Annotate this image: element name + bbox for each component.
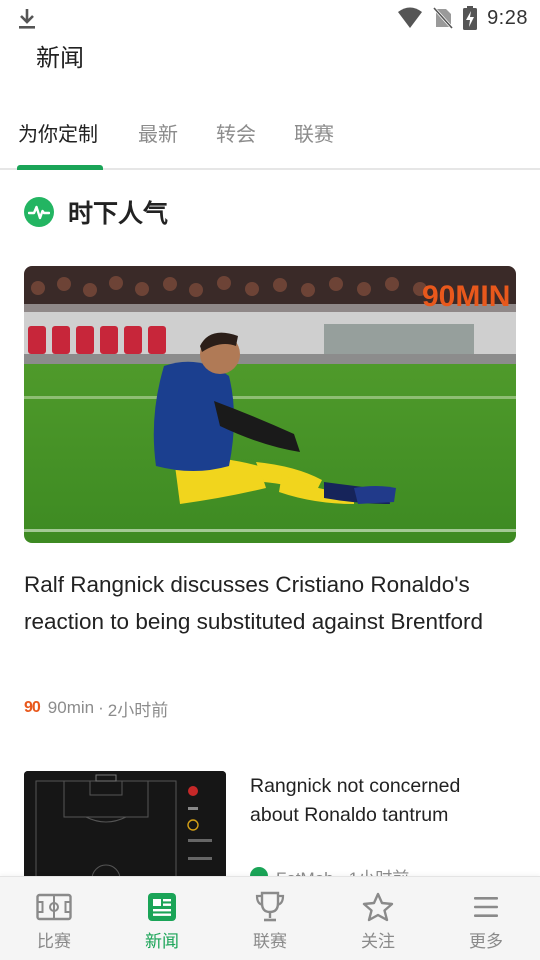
- nav-matches-label: 比赛: [37, 932, 71, 952]
- article2-thumbnail[interactable]: [24, 771, 226, 881]
- publish-time: 2小时前: [107, 700, 169, 720]
- bottom-navigation: 比赛 新闻 联赛 关注 更多: [0, 876, 540, 960]
- no-sim-icon: [433, 7, 454, 29]
- watermark-90: 90MIN: [422, 280, 510, 313]
- article2-headline[interactable]: Rangnick not concerned about Ronaldo tan…: [250, 772, 500, 830]
- tab-latest[interactable]: 最新: [138, 118, 178, 147]
- section-title: 时下人气: [68, 199, 169, 228]
- tab-transfers[interactable]: 转会: [216, 118, 256, 147]
- nav-more[interactable]: 更多: [432, 877, 540, 960]
- source-logo: 90: [24, 699, 41, 716]
- tab-leagues[interactable]: 联赛: [294, 118, 334, 147]
- source-name: 90min: [47, 698, 95, 717]
- active-tab-indicator: [17, 165, 103, 170]
- clock: 9:28: [487, 6, 528, 29]
- trending-section-header: 时下人气: [24, 194, 168, 230]
- page-title: 新闻: [36, 44, 84, 72]
- menu-icon: [468, 891, 504, 923]
- wifi-icon: [398, 7, 423, 28]
- nav-following[interactable]: 关注: [324, 877, 432, 960]
- meta-separator: ·: [98, 698, 104, 717]
- pitch-icon: [36, 891, 72, 923]
- feature-meta: 90 90min · 2小时前: [24, 696, 168, 720]
- news-tabs: 为你定制 最新 转会 联赛: [0, 104, 540, 170]
- download-icon: [19, 9, 35, 29]
- news-icon: [144, 891, 180, 923]
- nav-news-label: 新闻: [145, 932, 179, 952]
- nav-leagues[interactable]: 联赛: [216, 877, 324, 960]
- tab-for-you[interactable]: 为你定制: [18, 118, 98, 147]
- nav-more-label: 更多: [469, 932, 503, 952]
- pulse-icon: [24, 197, 54, 227]
- status-bar: 9:28: [0, 0, 540, 36]
- battery-charging-icon: [463, 6, 478, 30]
- feature-article-image[interactable]: 90MIN: [24, 266, 516, 543]
- trophy-icon: [252, 891, 288, 923]
- nav-matches[interactable]: 比赛: [0, 877, 108, 960]
- nav-following-label: 关注: [361, 932, 395, 952]
- star-icon: [360, 891, 396, 923]
- nav-leagues-label: 联赛: [253, 932, 287, 952]
- feature-headline[interactable]: Ralf Rangnick discusses Cristiano Ronald…: [24, 566, 516, 640]
- nav-news[interactable]: 新闻: [108, 877, 216, 960]
